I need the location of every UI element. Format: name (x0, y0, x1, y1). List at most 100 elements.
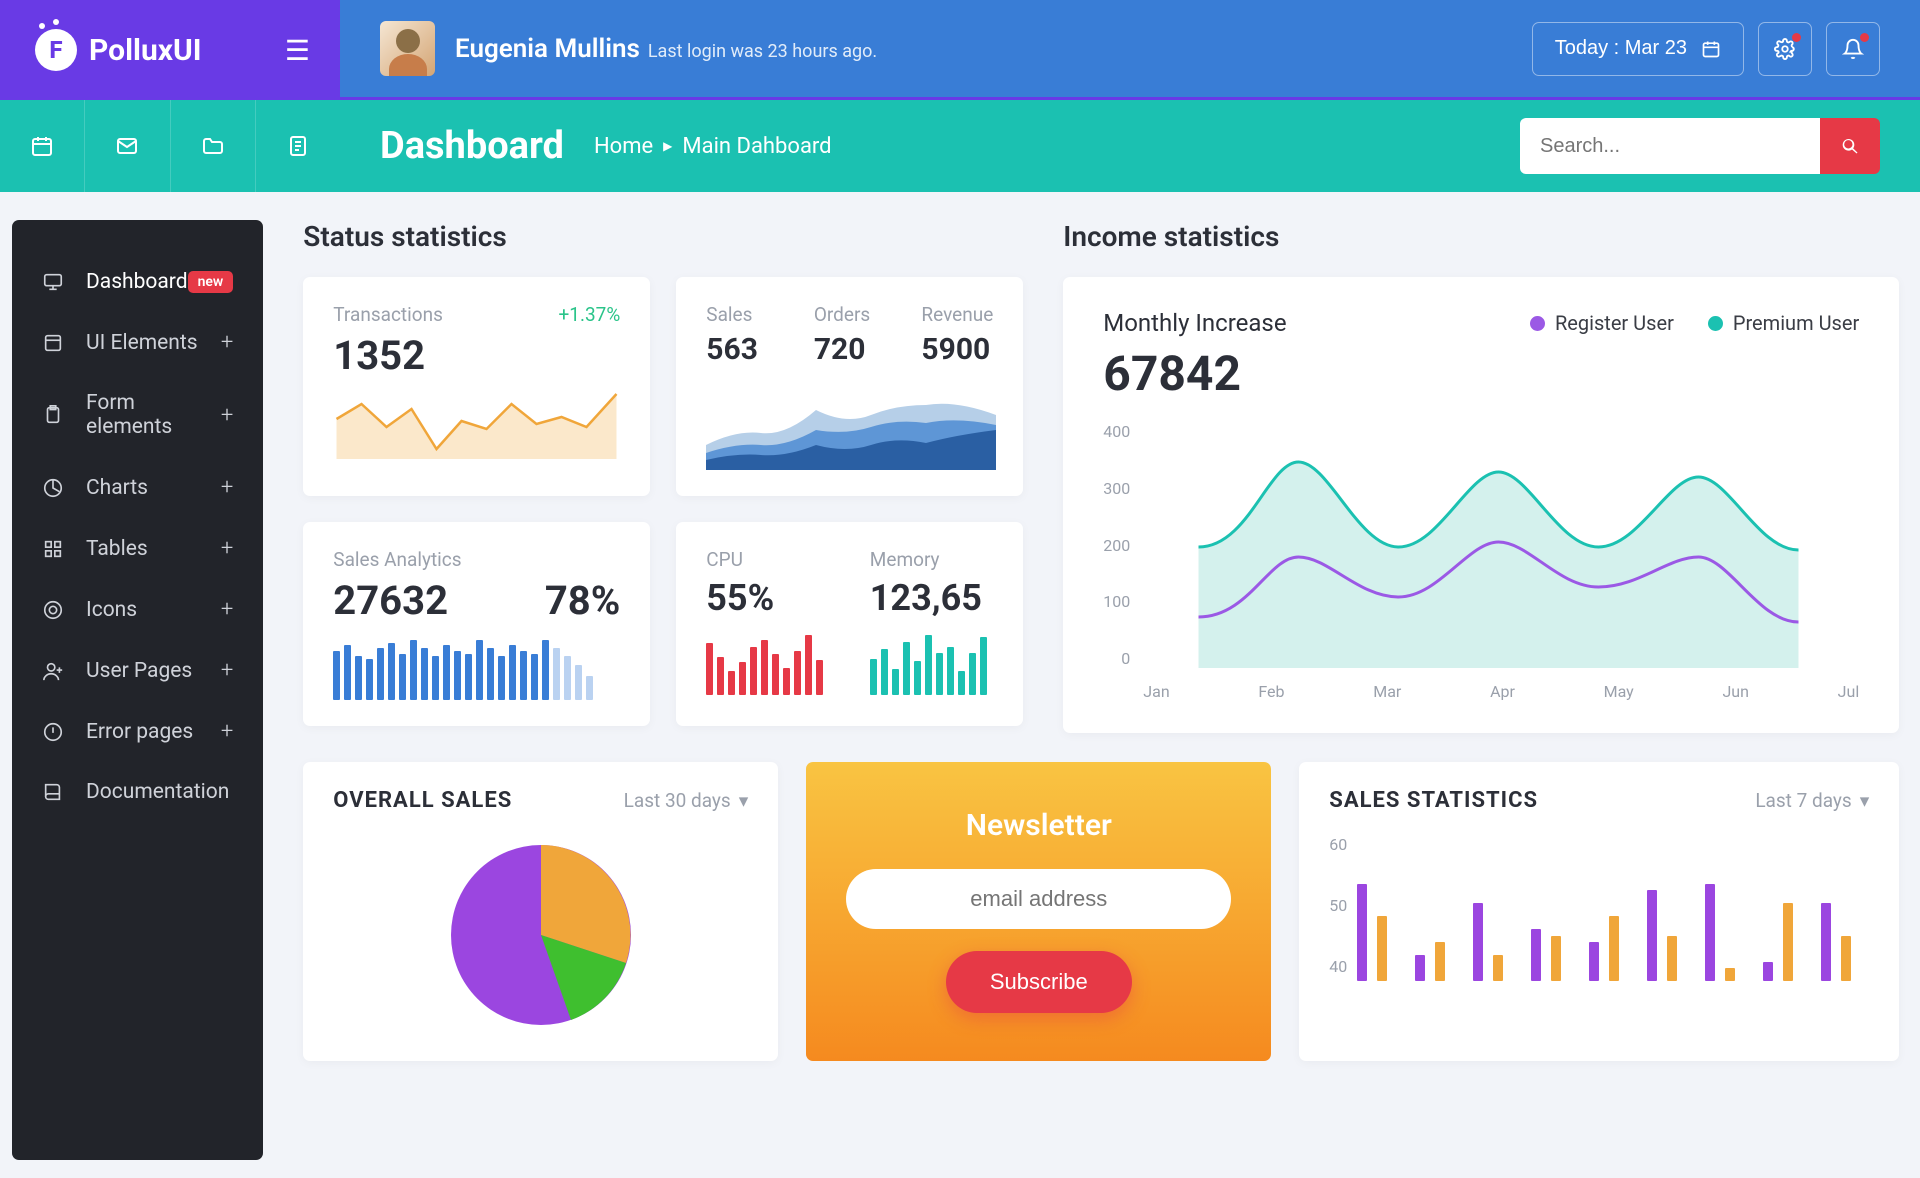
newsletter-card: Newsletter Subscribe (806, 762, 1271, 1061)
analytics-label: Sales Analytics (333, 548, 620, 571)
sidebar-item-charts[interactable]: Charts + (12, 457, 263, 518)
brand-mark: F (35, 29, 77, 71)
transactions-value: 1352 (333, 332, 620, 379)
date-button[interactable]: Today : Mar 23 (1532, 22, 1744, 76)
revenue-value: 5900 (921, 332, 993, 367)
search-icon (1840, 136, 1860, 156)
income-chart (1138, 422, 1859, 668)
notifications-badge (1860, 33, 1869, 42)
crumb-home[interactable]: Home (594, 134, 653, 159)
expand-icon: + (221, 719, 233, 744)
sidebar-item-user-pages[interactable]: User Pages + (12, 640, 263, 701)
transactions-spark (333, 379, 620, 459)
status-section-title: Status statistics (303, 220, 1023, 253)
newsletter-email-input[interactable] (846, 869, 1231, 929)
sales-stats-title: SALES STATISTICS (1329, 788, 1538, 813)
quick-folder[interactable] (171, 100, 256, 192)
mem-bars (870, 635, 994, 695)
sidebar-label: User Pages (86, 659, 192, 683)
sidebar-label: Documentation (86, 780, 229, 804)
legend-premium: Premium User (1708, 309, 1859, 337)
analytics-bars (333, 640, 620, 700)
hamburger-icon[interactable]: ☰ (285, 34, 310, 67)
user-plus-icon (42, 660, 64, 682)
income-label: Monthly Increase (1103, 309, 1286, 337)
chevron-down-icon: ▾ (1860, 789, 1870, 812)
expand-icon: + (221, 597, 233, 622)
brand-logo[interactable]: F PolluxUI (35, 29, 202, 71)
income-x-axis: JanFebMarAprMayJunJul (1103, 682, 1859, 701)
document-icon (286, 134, 310, 158)
income-section-title: Income statistics (1063, 220, 1899, 253)
sidebar-item-documentation[interactable]: Documentation (12, 762, 263, 822)
transactions-delta: +1.37% (559, 303, 621, 332)
transactions-card: Transactions +1.37% 1352 (303, 277, 650, 496)
sor-area-chart (706, 375, 996, 470)
quick-doc[interactable] (256, 100, 340, 192)
search-input[interactable] (1520, 118, 1820, 174)
user-name: Eugenia Mullins (455, 34, 640, 64)
cpu-value: 55% (706, 577, 830, 619)
expand-icon: + (221, 536, 233, 561)
sidebar-label: Charts (86, 476, 148, 500)
sidebar: Dashboard new UI Elements + Form element… (12, 220, 263, 1160)
income-y-axis: 4003002001000 (1103, 422, 1138, 668)
notifications-button[interactable] (1826, 22, 1880, 76)
settings-button[interactable] (1758, 22, 1812, 76)
overall-sales-title: OVERALL SALES (333, 788, 512, 813)
date-label: Today : Mar 23 (1555, 37, 1687, 60)
search-button[interactable] (1820, 118, 1880, 174)
cpu-label: CPU (706, 548, 830, 571)
sidebar-item-form-elements[interactable]: Form elements + (12, 373, 263, 457)
sales-stats-card: SALES STATISTICS Last 7 days▾ 605040 (1299, 762, 1899, 1061)
sidebar-label: Dashboard (86, 270, 188, 294)
sidebar-item-error-pages[interactable]: Error pages + (12, 701, 263, 762)
income-legend: Register User Premium User (1530, 309, 1859, 337)
sidebar-item-ui-elements[interactable]: UI Elements + (12, 312, 263, 373)
quick-calendar[interactable] (0, 100, 85, 192)
breadcrumb[interactable]: Home ▶ Main Dahboard (594, 134, 832, 159)
expand-icon: + (221, 330, 233, 355)
sales-stats-filter[interactable]: Last 7 days▾ (1755, 789, 1869, 812)
sidebar-item-icons[interactable]: Icons + (12, 579, 263, 640)
brand-area: F PolluxUI ☰ (0, 0, 340, 100)
orders-label: Orders (814, 303, 886, 326)
sidebar-item-tables[interactable]: Tables + (12, 518, 263, 579)
expand-icon: + (221, 475, 233, 500)
mail-icon (115, 134, 139, 158)
cpu-bars (706, 635, 830, 695)
sidebar-badge-new: new (188, 271, 234, 293)
subscribe-button[interactable]: Subscribe (946, 951, 1132, 1013)
overall-sales-filter[interactable]: Last 30 days▾ (624, 789, 749, 812)
folder-icon (201, 134, 225, 158)
analytics-value: 27632 (333, 577, 448, 624)
orders-value: 720 (814, 332, 886, 367)
newsletter-title: Newsletter (846, 808, 1231, 843)
transactions-label: Transactions (333, 303, 443, 326)
chevron-down-icon: ▾ (739, 789, 749, 812)
settings-badge (1792, 33, 1801, 42)
overall-sales-card: OVERALL SALES Last 30 days▾ (303, 762, 778, 1061)
quick-icons (0, 100, 340, 192)
sidebar-label: Tables (86, 537, 148, 561)
avatar[interactable] (380, 21, 435, 76)
target-icon (42, 599, 64, 621)
sidebar-label: UI Elements (86, 331, 198, 355)
pie-icon (42, 477, 64, 499)
grid-icon (42, 538, 64, 560)
analytics-pct: 78% (545, 577, 620, 624)
monitor-icon (42, 271, 64, 293)
layers-icon (42, 332, 64, 354)
expand-icon: + (221, 403, 233, 428)
sidebar-item-dashboard[interactable]: Dashboard new (12, 252, 263, 312)
quick-mail[interactable] (85, 100, 170, 192)
revenue-label: Revenue (921, 303, 993, 326)
header: Eugenia Mullins Last login was 23 hours … (340, 0, 1920, 100)
clipboard-icon (42, 404, 64, 426)
sales-label: Sales (706, 303, 778, 326)
user-info[interactable]: Eugenia Mullins Last login was 23 hours … (380, 21, 877, 76)
sales-stats-y-axis: 605040 (1329, 835, 1357, 981)
crumb-current: Main Dahboard (682, 134, 831, 159)
user-last-login: Last login was 23 hours ago. (648, 41, 877, 62)
brand-name: PolluxUI (89, 33, 202, 68)
